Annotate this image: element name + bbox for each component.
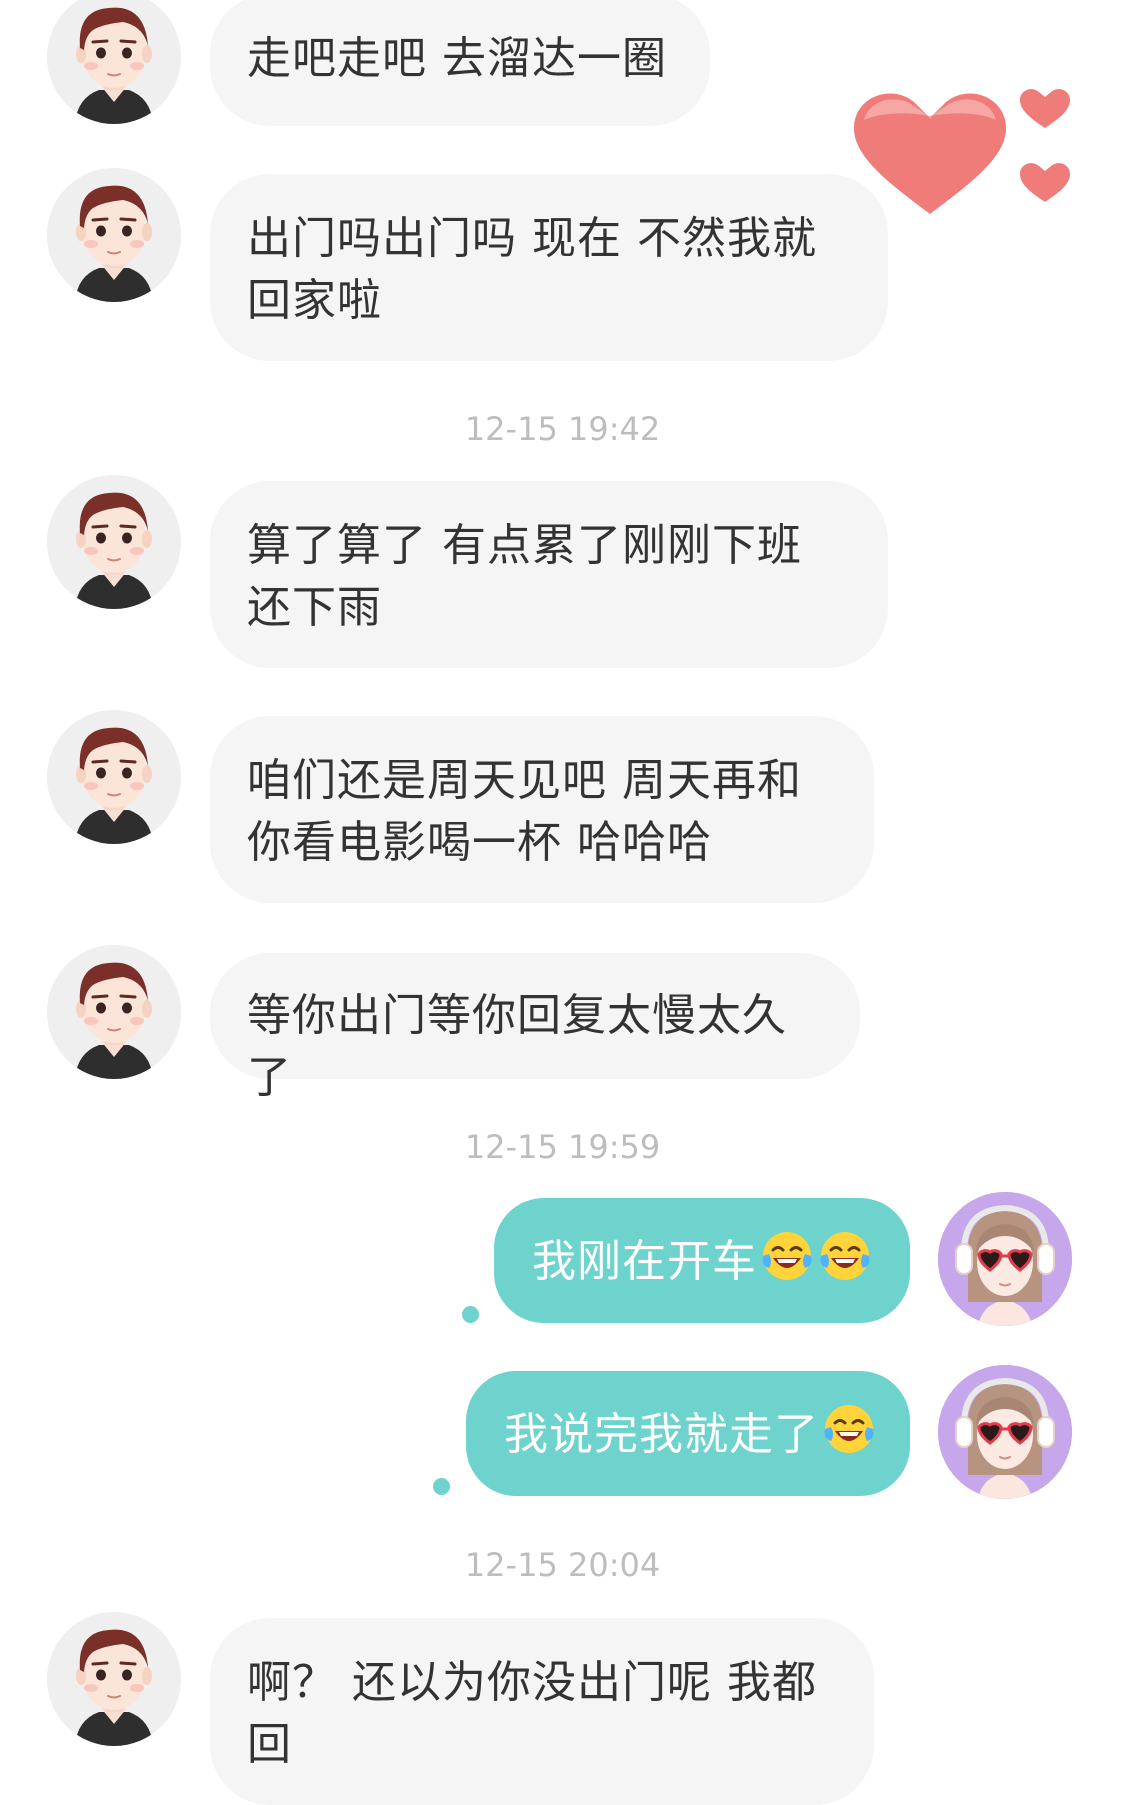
incoming-message-bubble[interactable]: 等你出门等你回复太慢太久了 [210, 953, 860, 1103]
message-text: 算了算了 有点累了刚刚下班 还下雨 [247, 520, 802, 633]
incoming-message-bubble[interactable]: 走吧走吧 去溜达一圈 [210, 0, 710, 126]
timestamp: 12-15 19:42 [464, 410, 661, 448]
heart-decoration-icon [850, 84, 1080, 224]
incoming-message-bubble[interactable]: 咱们还是周天见吧 周天再和你看电影喝一杯 哈哈哈 [210, 716, 874, 903]
message-text: 出门吗出门吗 现在 不然我就回家啦 [247, 213, 817, 326]
timestamp: 12-15 19:59 [464, 1128, 661, 1166]
my-avatar[interactable] [938, 1192, 1072, 1326]
sender-avatar[interactable] [47, 1612, 181, 1746]
message-text: 等你出门等你回复太慢太久了 [247, 990, 787, 1103]
sender-avatar[interactable] [47, 168, 181, 302]
message-text: 走吧走吧 去溜达一圈 [247, 33, 667, 84]
sender-avatar[interactable] [47, 0, 181, 124]
incoming-message-bubble[interactable]: 出门吗出门吗 现在 不然我就回家啦 [210, 174, 888, 361]
message-text: 啊？ 还以为你没出门呢 我都回 [247, 1657, 817, 1770]
read-status-dot [462, 1306, 479, 1323]
sender-avatar[interactable] [47, 710, 181, 844]
message-text: 我刚在开车 [532, 1236, 757, 1287]
laughing-tears-emoji [821, 1401, 877, 1457]
sender-avatar[interactable] [47, 475, 181, 609]
outgoing-message-bubble[interactable]: 我刚在开车 [494, 1198, 910, 1323]
outgoing-message-bubble[interactable]: 我说完我就走了 [466, 1371, 910, 1496]
read-status-dot [433, 1478, 450, 1495]
my-avatar[interactable] [938, 1365, 1072, 1499]
laughing-tears-emoji [759, 1228, 815, 1284]
incoming-message-bubble[interactable]: 算了算了 有点累了刚刚下班 还下雨 [210, 481, 888, 668]
timestamp: 12-15 20:04 [464, 1546, 661, 1584]
incoming-message-bubble[interactable]: 啊？ 还以为你没出门呢 我都回 [210, 1618, 874, 1805]
message-text: 我说完我就走了 [504, 1409, 819, 1460]
sender-avatar[interactable] [47, 945, 181, 1079]
message-text: 咱们还是周天见吧 周天再和你看电影喝一杯 哈哈哈 [247, 755, 802, 868]
laughing-tears-emoji [817, 1228, 873, 1284]
